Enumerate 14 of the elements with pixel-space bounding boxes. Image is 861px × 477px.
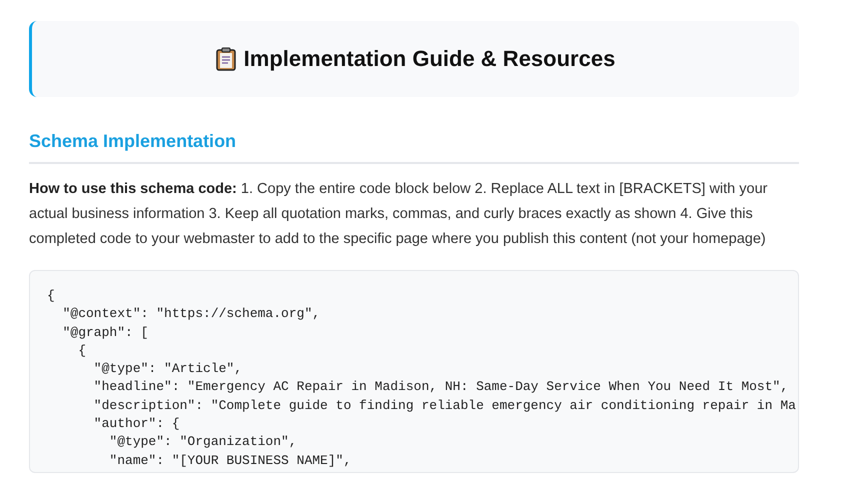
code-line: "@context": "https://schema.org",	[62, 305, 320, 324]
code-line: "headline": "Emergency AC Repair in Madison, NH: Same-Day Service When You Need It Most",	[92, 378, 788, 396]
code-line: "description": "Complete guide to finding reliable emergency air conditioning repair in Ma	[92, 396, 796, 415]
code-line: "@type": "Article",	[92, 360, 242, 378]
code-line: {	[47, 287, 55, 305]
code-line: "@type": "Organization",	[108, 433, 297, 452]
code-line: "@graph": [	[62, 324, 148, 342]
instructions-text: How to use this schema code: 1. Copy the entire code block below 2. Replace ALL text in [BRACKETS] with your actual business information 3. Keep all quotation marks, commas, and curly braces exactly as shown 4. Give this completed code to your webmaster to add to the specific page where you publish this content (not your homepage)	[29, 180, 768, 249]
page-title: Implementation Guide & Resources	[244, 46, 616, 72]
section-heading: Schema Implementation	[29, 131, 799, 164]
code-line: "name": "[YOUR BUSINESS NAME]",	[108, 452, 352, 470]
code-line: {	[77, 342, 86, 360]
clipboard-icon	[216, 47, 236, 71]
code-line: "author": {	[92, 415, 180, 434]
